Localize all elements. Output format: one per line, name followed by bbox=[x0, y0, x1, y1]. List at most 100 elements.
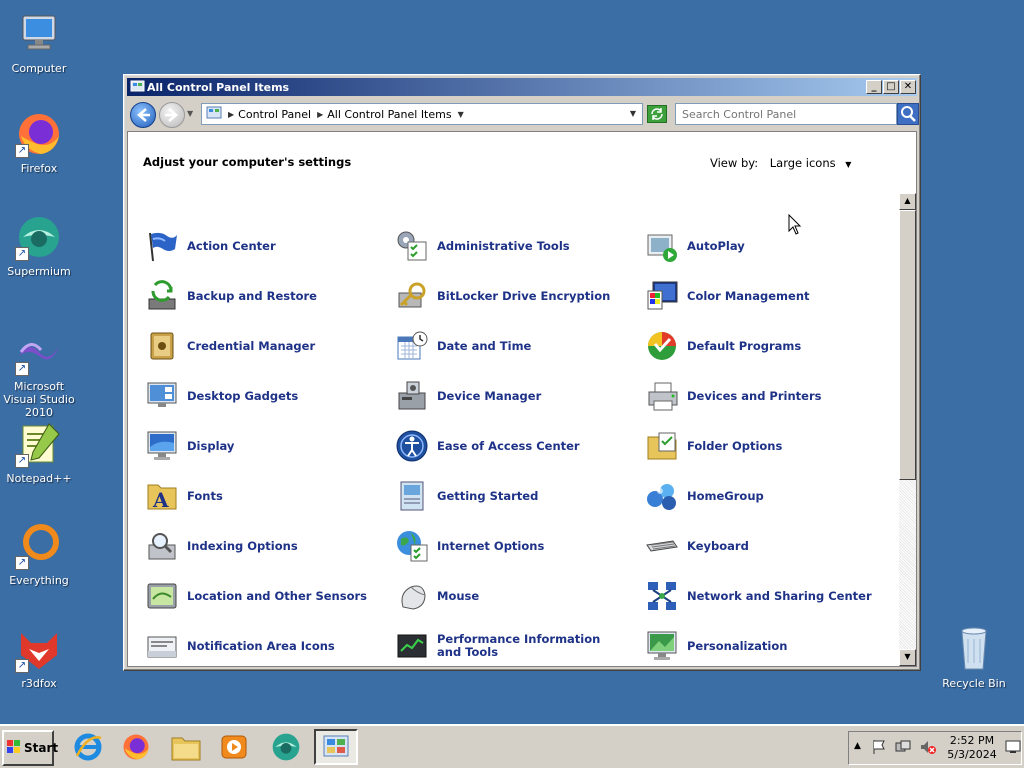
page-heading: Adjust your computer's settings bbox=[143, 155, 352, 169]
item-administrative-tools[interactable]: Administrative Tools bbox=[395, 226, 635, 266]
item-device-manager[interactable]: Device Manager bbox=[395, 376, 635, 416]
volume-muted-icon[interactable] bbox=[919, 739, 937, 758]
item-label: Notification Area Icons bbox=[187, 638, 335, 653]
close-button[interactable]: ✕ bbox=[900, 80, 916, 94]
refresh-button[interactable] bbox=[647, 105, 667, 123]
title-bar[interactable]: All Control Panel Items _ □ ✕ bbox=[127, 78, 917, 96]
control-panel-icon bbox=[323, 735, 349, 757]
scroll-down-button[interactable]: ▼ bbox=[899, 649, 916, 666]
taskbar-media-player[interactable] bbox=[212, 729, 256, 765]
taskbar-supermium[interactable] bbox=[264, 729, 308, 765]
view-by-control[interactable]: View by: Large icons ▼ bbox=[710, 156, 851, 170]
taskbar-file-explorer[interactable] bbox=[164, 729, 208, 765]
item-location-sensors[interactable]: Location and Other Sensors bbox=[145, 576, 385, 616]
breadcrumb-separator-icon[interactable]: ▶ bbox=[317, 110, 323, 119]
item-mouse[interactable]: Mouse bbox=[395, 576, 635, 616]
folder-icon bbox=[171, 737, 201, 761]
desktop-icon-computer[interactable]: Computer bbox=[0, 10, 78, 75]
item-action-center[interactable]: Action Center bbox=[145, 226, 385, 266]
forward-button[interactable] bbox=[159, 102, 185, 128]
clock[interactable]: 2:52 PM 5/3/2024 bbox=[943, 734, 1001, 762]
item-performance[interactable]: Performance Information and Tools bbox=[395, 626, 635, 666]
address-dropdown-icon[interactable]: ▼ bbox=[630, 109, 636, 118]
breadcrumb-separator-icon[interactable]: ▼ bbox=[458, 110, 464, 119]
default-programs-icon bbox=[645, 329, 679, 363]
breadcrumb-all-items[interactable]: All Control Panel Items bbox=[327, 108, 451, 121]
scroll-thumb[interactable] bbox=[899, 210, 916, 480]
taskbar-firefox[interactable] bbox=[114, 729, 158, 765]
svg-text:A: A bbox=[152, 488, 169, 512]
clock-date: 5/3/2024 bbox=[947, 748, 997, 761]
notepadpp-icon: ↗ bbox=[15, 420, 63, 468]
item-notification-area-icons[interactable]: Notification Area Icons bbox=[145, 626, 385, 666]
mouse-pointer-icon bbox=[788, 214, 802, 235]
item-ease-of-access[interactable]: Ease of Access Center bbox=[395, 426, 635, 466]
item-personalization[interactable]: Personalization bbox=[645, 626, 885, 666]
item-internet-options[interactable]: Internet Options bbox=[395, 526, 635, 566]
item-display[interactable]: Display bbox=[145, 426, 385, 466]
desktop-icon-visual-studio[interactable]: ↗ Microsoft Visual Studio 2010 bbox=[0, 328, 78, 419]
breadcrumb-separator-icon[interactable]: ▶ bbox=[228, 110, 234, 119]
breadcrumb-control-panel[interactable]: Control Panel bbox=[238, 108, 311, 121]
search-input[interactable] bbox=[675, 103, 897, 125]
view-by-value[interactable]: Large icons bbox=[770, 156, 836, 170]
item-network-sharing[interactable]: Network and Sharing Center bbox=[645, 576, 885, 616]
autoplay-icon bbox=[645, 229, 679, 263]
personalization-icon bbox=[645, 629, 679, 663]
network-tray-icon[interactable] bbox=[895, 739, 911, 758]
system-tray: ▲ 2:52 PM 5/3/2024 bbox=[848, 731, 1022, 765]
start-button[interactable]: Start bbox=[2, 730, 58, 766]
shortcut-arrow-icon: ↗ bbox=[15, 362, 29, 376]
supermium-icon: ↗ bbox=[15, 213, 63, 261]
vertical-scrollbar[interactable]: ▲ ▼ bbox=[899, 193, 916, 666]
item-label: Ease of Access Center bbox=[437, 438, 580, 453]
taskbar-control-panel[interactable] bbox=[314, 729, 358, 765]
item-devices-printers[interactable]: Devices and Printers bbox=[645, 376, 885, 416]
control-panel-window: All Control Panel Items _ □ ✕ ▼ ▶ Contro… bbox=[123, 74, 921, 671]
item-default-programs[interactable]: Default Programs bbox=[645, 326, 885, 366]
gadgets-icon bbox=[145, 379, 179, 413]
homegroup-icon bbox=[645, 479, 679, 513]
item-bitlocker[interactable]: BitLocker Drive Encryption bbox=[395, 276, 635, 316]
item-homegroup[interactable]: HomeGroup bbox=[645, 476, 885, 516]
scroll-up-button[interactable]: ▲ bbox=[899, 193, 916, 210]
desktop-icon-notepadpp[interactable]: ↗ Notepad++ bbox=[0, 420, 78, 485]
item-label: Mouse bbox=[437, 588, 480, 603]
item-label: Device Manager bbox=[437, 388, 542, 403]
shortcut-arrow-icon: ↗ bbox=[15, 247, 29, 261]
maximize-button[interactable]: □ bbox=[883, 80, 899, 94]
shortcut-arrow-icon: ↗ bbox=[15, 144, 29, 158]
desktop-icon-everything[interactable]: ↗ Everything bbox=[0, 522, 78, 587]
history-dropdown-icon[interactable]: ▼ bbox=[187, 109, 193, 118]
show-desktop-icon[interactable] bbox=[1005, 740, 1021, 757]
show-hidden-icons-button[interactable]: ▲ bbox=[854, 741, 861, 751]
address-bar[interactable]: ▶ Control Panel ▶ All Control Panel Item… bbox=[201, 103, 643, 125]
item-folder-options[interactable]: Folder Options bbox=[645, 426, 885, 466]
back-button[interactable] bbox=[130, 102, 156, 128]
media-player-icon bbox=[221, 735, 247, 759]
desktop-icon-recycle-bin[interactable]: Recycle Bin bbox=[935, 625, 1013, 690]
item-keyboard[interactable]: Keyboard bbox=[645, 526, 885, 566]
item-desktop-gadgets[interactable]: Desktop Gadgets bbox=[145, 376, 385, 416]
search-button[interactable] bbox=[897, 103, 919, 125]
item-fonts[interactable]: A Fonts bbox=[145, 476, 385, 516]
item-color-management[interactable]: Color Management bbox=[645, 276, 885, 316]
item-backup-restore[interactable]: Backup and Restore bbox=[145, 276, 385, 316]
search-icon bbox=[901, 106, 916, 122]
item-label: Action Center bbox=[187, 238, 276, 253]
desktop-icon-label: Firefox bbox=[20, 162, 58, 175]
taskbar-internet-explorer[interactable] bbox=[66, 729, 110, 765]
desktop-icon-r3dfox[interactable]: ↗ r3dfox bbox=[0, 625, 78, 690]
item-label: Internet Options bbox=[437, 538, 545, 553]
chevron-down-icon[interactable]: ▼ bbox=[845, 160, 851, 169]
item-getting-started[interactable]: Getting Started bbox=[395, 476, 635, 516]
desktop-icon-supermium[interactable]: ↗ Supermium bbox=[0, 213, 78, 278]
item-autoplay[interactable]: AutoPlay bbox=[645, 226, 885, 266]
item-credential-manager[interactable]: Credential Manager bbox=[145, 326, 385, 366]
action-center-flag-icon[interactable] bbox=[871, 739, 887, 758]
minimize-button[interactable]: _ bbox=[866, 80, 882, 94]
firefox-icon: ↗ bbox=[15, 110, 63, 158]
item-indexing-options[interactable]: Indexing Options bbox=[145, 526, 385, 566]
desktop-icon-firefox[interactable]: ↗ Firefox bbox=[0, 110, 78, 175]
item-date-time[interactable]: Date and Time bbox=[395, 326, 635, 366]
